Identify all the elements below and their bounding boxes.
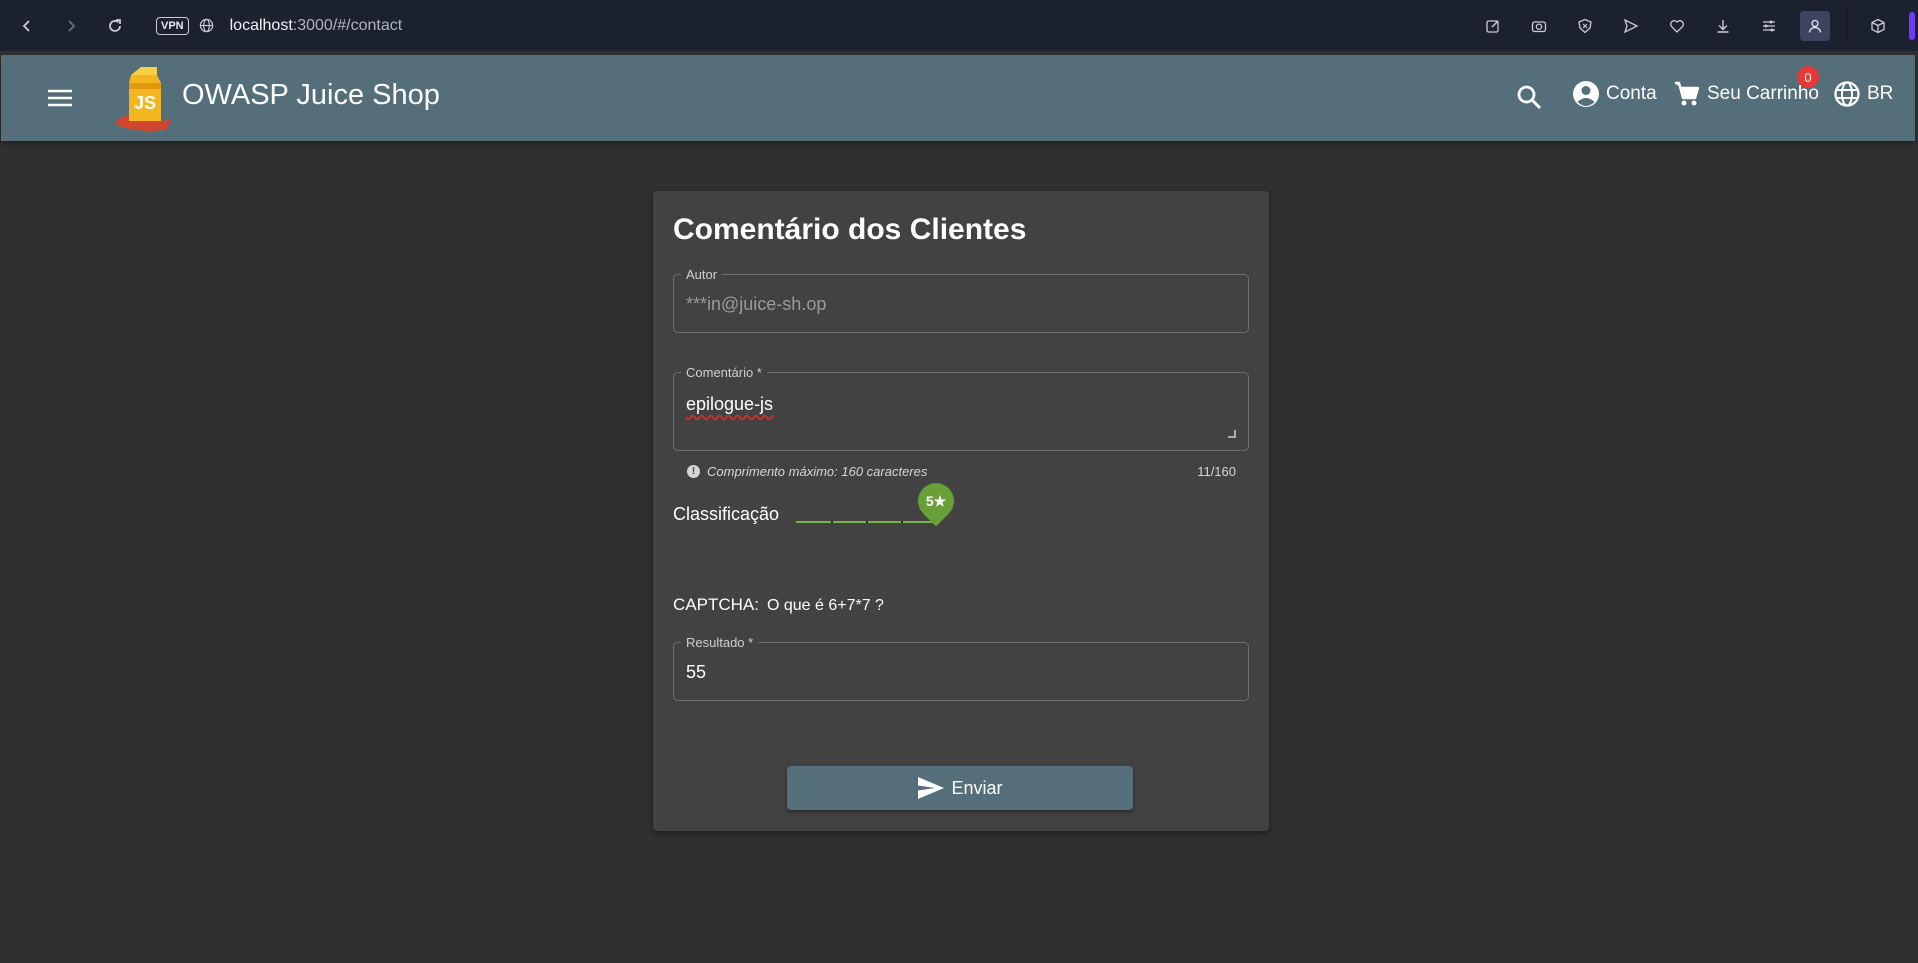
juice-shop-logo[interactable]: JS — [111, 61, 175, 133]
profile-icon[interactable] — [1800, 10, 1830, 41]
info-icon: ! — [687, 465, 700, 478]
author-field: Autor ***in@juice-sh.op — [673, 267, 1249, 333]
author-value: ***in@juice-sh.op — [686, 294, 827, 314]
box-icon[interactable] — [1863, 11, 1893, 41]
cart-count-badge: 0 — [1797, 66, 1819, 88]
comment-textarea[interactable]: epilogue-js — [686, 394, 1236, 415]
slider-value-label: 5★ — [925, 492, 947, 509]
result-input[interactable]: 55 — [686, 662, 1236, 683]
edit-icon[interactable] — [1478, 11, 1508, 41]
captcha: CAPTCHA: O que é 6+7*7 ? — [673, 595, 884, 615]
forward-icon[interactable] — [56, 11, 86, 41]
vpn-badge[interactable]: VPN — [156, 16, 189, 35]
search-icon[interactable] — [1514, 82, 1544, 112]
captcha-label: CAPTCHA: — [673, 595, 759, 614]
heart-icon[interactable] — [1662, 11, 1692, 41]
result-field[interactable]: Resultado * 55 — [673, 635, 1249, 701]
comment-field[interactable]: Comentário * epilogue-js — [673, 365, 1249, 451]
settings-sliders-icon[interactable] — [1754, 11, 1784, 41]
resize-handle-icon[interactable] — [1228, 430, 1236, 438]
address-bar[interactable]: localhost:3000/#/contact — [230, 17, 403, 35]
shield-icon[interactable] — [1570, 11, 1600, 41]
slider-tick — [901, 521, 903, 523]
send-icon[interactable] — [1616, 11, 1646, 41]
rating-slider[interactable]: 5★ — [796, 475, 966, 527]
back-icon[interactable] — [12, 11, 42, 41]
comment-hint: ! Comprimento máximo: 160 caracteres — [687, 464, 927, 479]
app-title[interactable]: OWASP Juice Shop — [182, 79, 440, 112]
account-circle-icon — [1573, 81, 1599, 107]
rating-label: Classificação — [673, 504, 780, 524]
language-button[interactable]: BR — [1833, 80, 1893, 108]
sidebar-accent — [1909, 11, 1915, 40]
customer-feedback-card: Comentário dos Clientes Autor ***in@juic… — [653, 191, 1269, 831]
account-button[interactable]: Conta — [1572, 80, 1657, 108]
url-host: localhost — [229, 16, 293, 34]
app-toolbar: JS OWASP Juice Shop Conta Seu Carrinho B… — [1, 55, 1915, 141]
account-label: Conta — [1606, 83, 1657, 104]
submit-label: Enviar — [951, 777, 1003, 798]
language-label: BR — [1867, 83, 1894, 104]
submit-button[interactable]: Enviar — [787, 766, 1133, 810]
camera-icon[interactable] — [1524, 11, 1554, 41]
svg-text:JS: JS — [134, 93, 156, 113]
author-label: Autor — [686, 267, 718, 282]
page-title: Comentário dos Clientes — [673, 213, 1027, 246]
language-globe-icon — [1834, 81, 1860, 107]
browser-toolbar: VPN localhost:3000/#/contact — [0, 0, 1918, 51]
slider-tick — [831, 521, 833, 523]
url-path: :3000/#/contact — [292, 16, 403, 34]
site-info-icon[interactable] — [199, 18, 214, 33]
captcha-question: O que é 6+7*7 ? — [766, 597, 884, 614]
cart-button[interactable]: Seu Carrinho — [1673, 80, 1819, 108]
comment-label: Comentário * — [686, 365, 762, 380]
toolbar-divider — [1846, 8, 1847, 43]
send-icon — [918, 777, 945, 799]
reload-icon[interactable] — [100, 11, 130, 41]
menu-icon[interactable] — [45, 83, 75, 113]
cart-icon — [1675, 81, 1700, 106]
download-icon[interactable] — [1708, 11, 1738, 41]
comment-char-counter: 11/160 — [1197, 464, 1236, 479]
comment-hint-text: Comprimento máximo: 160 caracteres — [707, 464, 928, 479]
result-label: Resultado * — [686, 635, 754, 650]
slider-tick — [866, 521, 868, 523]
